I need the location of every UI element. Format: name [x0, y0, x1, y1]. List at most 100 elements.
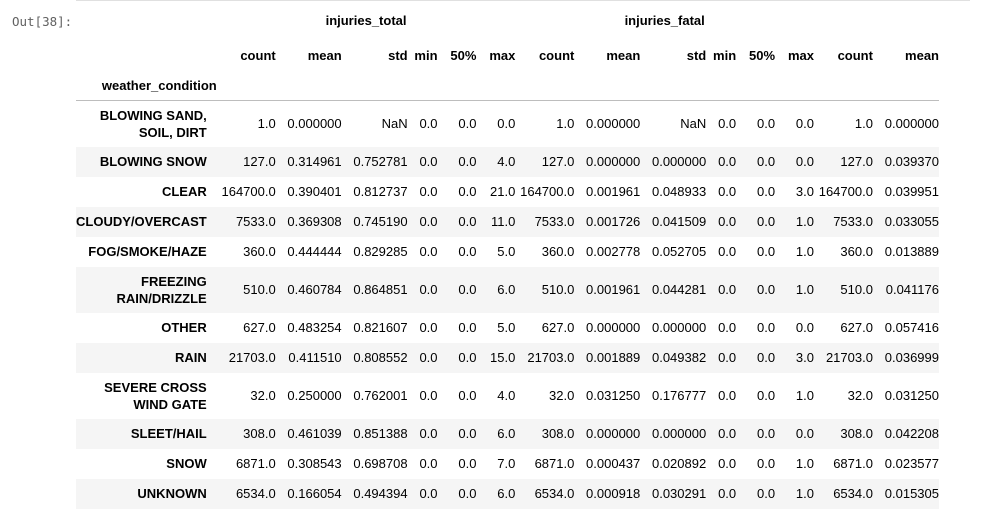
table-cell: 0.000000 [287, 116, 342, 132]
table-cell: 7533.0 [833, 214, 873, 229]
table-cell: 0.864851 [353, 282, 408, 297]
table-cell: 21703.0 [527, 350, 575, 365]
column-header-std: std [388, 48, 408, 63]
row-index-label: BLOWING SAND, SOIL, DIRT [99, 107, 207, 140]
table-cell: 4.0 [497, 154, 516, 169]
table-cell: 0.808552 [353, 350, 408, 365]
group-header-injuries-fatal: injuries_fatal [624, 12, 705, 28]
table-cell: 6.0 [497, 486, 516, 501]
table-cell: 0.0 [756, 426, 776, 441]
column-header-count: count [240, 48, 276, 63]
table-cell: 0.001961 [586, 184, 641, 199]
table-cell: 32.0 [847, 388, 873, 403]
table-cell: 0.048933 [651, 184, 707, 199]
group-header-truncated [814, 0, 939, 40]
table-row: SLEET/HAIL 308.0 0.461039 0.851388 0.0 0.0 6.0… [76, 418, 939, 449]
table-cell: 627.0 [541, 320, 575, 335]
table-cell: 0.829285 [353, 244, 408, 259]
row-index-label: CLOUDY/OVERCAST [76, 214, 207, 229]
row-index-label: SLEET/HAIL [130, 426, 207, 441]
table-cell: 3.0 [795, 184, 814, 199]
table-cell: 0.444444 [287, 244, 342, 259]
table-cell: 11.0 [491, 214, 516, 229]
table-cell: 0.0 [756, 388, 776, 403]
row-index-label: CLEAR [161, 184, 207, 199]
table-cell: 0.0 [419, 244, 438, 259]
table-cell: 0.0 [458, 320, 477, 335]
table-cell: 360.0 [541, 244, 575, 259]
table-cell: 0.0 [458, 426, 477, 441]
table-cell: 4.0 [497, 388, 516, 403]
table-cell: 0.0 [458, 184, 477, 199]
table-cell: 1.0 [257, 116, 276, 132]
column-header-count: count [837, 48, 873, 63]
table-cell: 1.0 [795, 486, 814, 501]
table-cell: 32.0 [549, 388, 575, 403]
table-row: BLOWING SNOW 127.0 0.314961 0.752781 0.0 0.0 4… [76, 146, 939, 177]
table-cell: 0.0 [458, 350, 477, 365]
table-cell: 0.0 [718, 214, 737, 229]
row-index-label: SEVERE CROSS WIND GATE [104, 379, 207, 412]
table-cell: 627.0 [840, 320, 873, 335]
table-cell: 127.0 [840, 154, 873, 169]
index-name-header: weather_condition [101, 78, 217, 93]
table-cell: 6534.0 [235, 486, 276, 501]
table-cell: 0.494394 [353, 486, 408, 501]
table-cell: 0.176777 [651, 388, 707, 403]
table-cell: 0.166054 [287, 486, 342, 501]
dataframe-output[interactable]: injuries_total injuries_fatal count mean s… [76, 0, 970, 523]
table-cell: 21703.0 [228, 350, 276, 365]
table-cell: 0.0 [756, 456, 776, 471]
table-cell: 0.049382 [651, 350, 707, 365]
table-cell: 0.0 [756, 350, 776, 365]
table-cell: 0.0 [458, 486, 477, 501]
table-cell: 0.000000 [651, 426, 707, 441]
column-header-max: max [489, 48, 516, 63]
table-cell: 0.0 [419, 350, 438, 365]
blank-header-cell [76, 0, 217, 40]
table-cell: 0.0 [419, 214, 438, 229]
column-header-std: std [686, 48, 707, 63]
table-cell: 5.0 [497, 320, 516, 335]
table-cell: 6534.0 [534, 486, 575, 501]
index-name-row: weather_condition [76, 71, 939, 101]
table-cell: 0.0 [419, 426, 438, 441]
table-cell: 0.0 [795, 426, 814, 441]
table-cell: 0.0 [458, 214, 477, 229]
table-body: BLOWING SAND, SOIL, DIRT 1.0 0.000000 NaN 0.… [76, 101, 939, 509]
table-cell: 0.821607 [353, 320, 408, 335]
column-header-mean: mean [606, 48, 641, 63]
table-row: CLEAR 164700.0 0.390401 0.812737 0.0 0.0 21.0 1… [76, 177, 939, 207]
table-cell: 1.0 [795, 244, 814, 259]
table-cell: 0.411510 [288, 350, 342, 365]
table-cell: 0.0 [756, 244, 776, 259]
table-cell: 627.0 [243, 320, 276, 335]
table-cell: 0.483254 [287, 320, 342, 335]
table-cell: 0.0 [419, 184, 438, 199]
table-cell: 0.812737 [353, 184, 408, 199]
table-cell: 0.031250 [884, 388, 939, 403]
table-cell: 164700.0 [221, 184, 276, 199]
table-cell: 5.0 [497, 244, 516, 259]
table-cell: 0.745190 [353, 214, 408, 229]
row-index-label: RAIN [174, 350, 207, 365]
table-cell: 0.000000 [586, 426, 641, 441]
table-cell: 0.0 [718, 350, 737, 365]
table-cell: 0.013889 [884, 244, 939, 259]
row-index-label: BLOWING SNOW [99, 154, 207, 169]
table-cell: 1.0 [795, 282, 814, 297]
table-cell: 510.0 [243, 282, 276, 297]
describe-table: injuries_total injuries_fatal count mean s… [76, 0, 939, 509]
table-cell: 0.000000 [586, 154, 641, 169]
table-cell: 308.0 [243, 426, 276, 441]
table-cell: 0.0 [756, 282, 776, 297]
table-cell: 0.390401 [287, 184, 342, 199]
column-header-min: min [414, 48, 438, 63]
table-cell: 6871.0 [235, 456, 276, 471]
table-cell: 308.0 [541, 426, 575, 441]
table-cell: 0.041176 [885, 282, 939, 297]
table-cell: 15.0 [490, 350, 516, 365]
table-cell: 0.752781 [353, 154, 408, 169]
row-index-label: OTHER [161, 320, 207, 335]
table-cell: 0.002778 [586, 244, 641, 259]
